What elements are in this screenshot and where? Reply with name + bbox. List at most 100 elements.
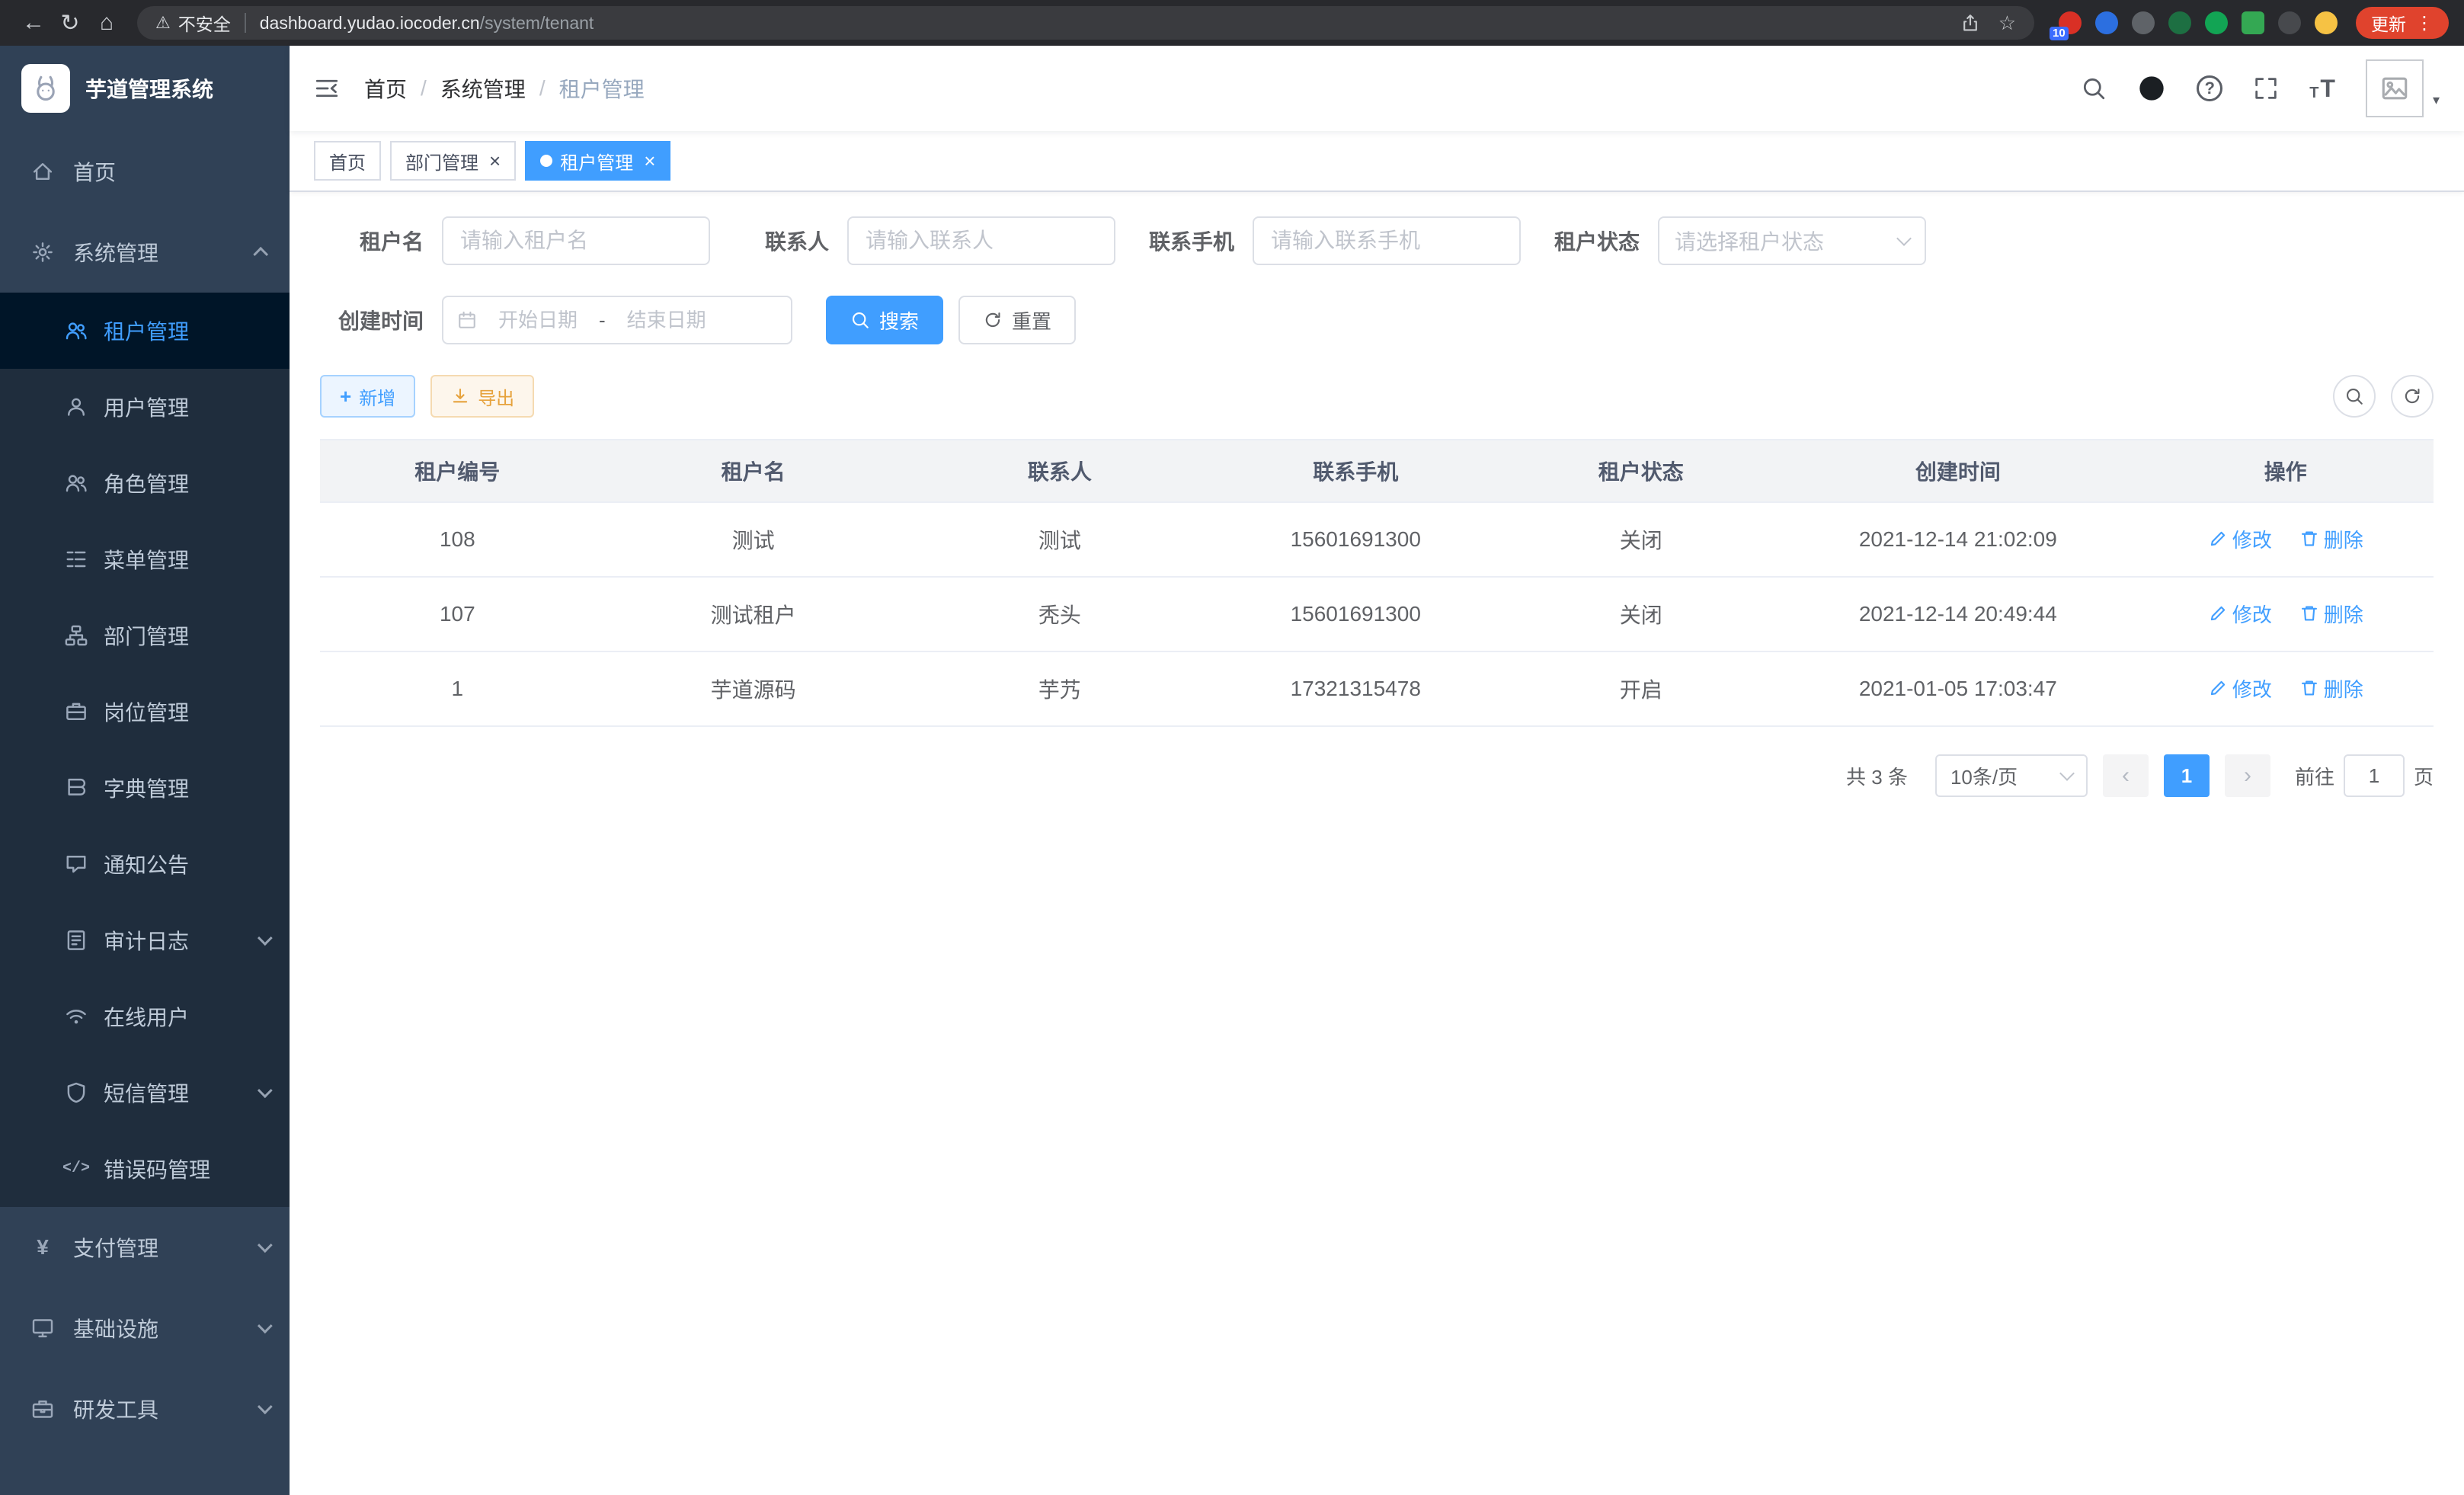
sidebar-item-online-user[interactable]: 在线用户 xyxy=(0,978,290,1055)
start-date-input[interactable] xyxy=(483,309,593,332)
yen-icon: ¥ xyxy=(30,1237,55,1258)
peoples-icon xyxy=(64,319,88,342)
breadcrumb-home[interactable]: 首页 xyxy=(364,73,407,104)
system-submenu: 租户管理 用户管理 角色管理 菜单管理 部门管理 xyxy=(0,293,290,1207)
reset-button[interactable]: 重置 xyxy=(958,296,1076,344)
table-row: 108 测试 测试 15601691300 关闭 2021-12-14 21:0… xyxy=(320,502,2434,577)
edit-button[interactable]: 修改 xyxy=(2208,674,2272,703)
code-icon: </> xyxy=(64,1161,88,1176)
col-tenant-id: 租户编号 xyxy=(320,440,595,502)
sidebar-item-menu[interactable]: 菜单管理 xyxy=(0,521,290,597)
browser-update-button[interactable]: 更新 ⋮ xyxy=(2356,7,2449,39)
browser-menu-kebab-icon[interactable]: ⋮ xyxy=(2415,12,2434,34)
message-icon xyxy=(64,853,88,876)
breadcrumb-system[interactable]: 系统管理 xyxy=(440,73,526,104)
browser-profile-icon[interactable] xyxy=(2315,11,2338,34)
header-search-icon[interactable] xyxy=(2081,75,2107,101)
gear-icon xyxy=(30,241,55,264)
add-button[interactable]: + 新增 xyxy=(320,375,415,418)
sidebar-item-tenant[interactable]: 租户管理 xyxy=(0,293,290,369)
delete-button[interactable]: 删除 xyxy=(2299,525,2363,553)
refresh-table-button[interactable] xyxy=(2391,375,2434,418)
sidebar-item-post[interactable]: 岗位管理 xyxy=(0,674,290,750)
sidebar-item-infra[interactable]: 基础设施 xyxy=(0,1288,290,1369)
sidebar-item-label: 通知公告 xyxy=(104,849,189,879)
cell-actions: 修改 删除 xyxy=(2138,577,2434,651)
share-icon[interactable] xyxy=(1960,13,1980,33)
breadcrumb-separator: / xyxy=(539,76,546,101)
browser-address-bar[interactable]: ⚠ 不安全 dashboard.yudao.iocoder.cn/system/… xyxy=(137,6,2034,40)
sidebar-item-audit-log[interactable]: 审计日志 xyxy=(0,902,290,978)
sidebar-item-system[interactable]: 系统管理 xyxy=(0,212,290,293)
extension-icon-chat[interactable] xyxy=(2242,11,2264,34)
navbar: 首页 / 系统管理 / 租户管理 ? xyxy=(290,46,2464,131)
sidebar-item-dev-tools[interactable]: 研发工具 xyxy=(0,1369,290,1449)
sidebar-item-label: 租户管理 xyxy=(104,315,189,346)
sidebar-item-error-code[interactable]: </> 错误码管理 xyxy=(0,1131,290,1207)
next-page-button[interactable]: › xyxy=(2225,754,2270,797)
extension-icon-red[interactable]: 10 xyxy=(2059,11,2082,34)
goto-page-input[interactable] xyxy=(2344,754,2405,797)
extension-icon-blue[interactable] xyxy=(2095,11,2118,34)
tab-close-icon[interactable]: × xyxy=(489,151,501,171)
tab-close-icon[interactable]: × xyxy=(644,151,655,171)
help-icon[interactable]: ? xyxy=(2197,75,2222,101)
page-1-button[interactable]: 1 xyxy=(2164,754,2210,797)
sidebar-item-sms[interactable]: 短信管理 xyxy=(0,1055,290,1131)
sidebar-item-notice[interactable]: 通知公告 xyxy=(0,826,290,902)
cell-tenant-name: 测试 xyxy=(595,502,912,577)
tab-dept[interactable]: 部门管理 × xyxy=(390,141,516,181)
extension-icon-green[interactable] xyxy=(2205,11,2228,34)
delete-button[interactable]: 删除 xyxy=(2299,674,2363,703)
sidebar-item-label: 角色管理 xyxy=(104,468,189,498)
sidebar: 芋道管理系统 首页 系统管理 租户管理 用户管理 xyxy=(0,46,290,1495)
contact-input[interactable] xyxy=(847,216,1115,265)
sidebar-item-payment[interactable]: ¥ 支付管理 xyxy=(0,1207,290,1288)
sidebar-item-home[interactable]: 首页 xyxy=(0,131,290,212)
edit-button[interactable]: 修改 xyxy=(2208,600,2272,628)
github-icon[interactable] xyxy=(2137,74,2166,103)
delete-button[interactable]: 删除 xyxy=(2299,600,2363,628)
edit-button[interactable]: 修改 xyxy=(2208,525,2272,553)
search-button[interactable]: 搜索 xyxy=(826,296,943,344)
tenant-status-select[interactable]: 请选择租户状态 xyxy=(1658,216,1926,265)
cell-mobile: 17321315478 xyxy=(1208,651,1503,726)
mobile-input[interactable] xyxy=(1253,216,1521,265)
tab-tenant[interactable]: 租户管理 × xyxy=(525,141,670,181)
toggle-search-button[interactable] xyxy=(2333,375,2376,418)
add-button-label: 新增 xyxy=(359,383,395,410)
sidebar-item-user[interactable]: 用户管理 xyxy=(0,369,290,445)
table-row: 107 测试租户 秃头 15601691300 关闭 2021-12-14 20… xyxy=(320,577,2434,651)
export-button[interactable]: 导出 xyxy=(430,375,534,418)
font-size-icon[interactable]: TT xyxy=(2309,76,2335,101)
mobile-label: 联系手机 xyxy=(1131,226,1234,256)
tab-label: 部门管理 xyxy=(405,148,478,174)
extension-icon-gray[interactable] xyxy=(2132,11,2155,34)
browser-reload-button[interactable]: ↻ xyxy=(52,5,88,41)
fullscreen-icon[interactable] xyxy=(2253,75,2279,101)
edit-label: 修改 xyxy=(2232,600,2272,628)
cell-created: 2021-01-05 17:03:47 xyxy=(1778,651,2138,726)
extension-icon-darkgreen[interactable] xyxy=(2168,11,2191,34)
create-time-range-picker[interactable]: - xyxy=(442,296,792,344)
sidebar-collapse-button[interactable] xyxy=(314,75,340,101)
avatar[interactable] xyxy=(2366,59,2424,117)
browser-home-button[interactable]: ⌂ xyxy=(88,5,125,41)
prev-page-button[interactable]: ‹ xyxy=(2103,754,2149,797)
sidebar-item-dict[interactable]: 字典管理 xyxy=(0,750,290,826)
sidebar-item-role[interactable]: 角色管理 xyxy=(0,445,290,521)
page-content: 租户名 联系人 联系手机 租户状态 请选择租户状态 xyxy=(290,192,2464,1495)
avatar-caret-icon[interactable]: ▾ xyxy=(2433,92,2440,108)
end-date-input[interactable] xyxy=(612,309,722,332)
reset-button-label: 重置 xyxy=(1012,306,1051,335)
browser-back-button[interactable]: ← xyxy=(15,5,52,41)
extensions-puzzle-icon[interactable] xyxy=(2278,11,2301,34)
page-size-select[interactable]: 10条/页 xyxy=(1935,754,2088,797)
sidebar-item-dept[interactable]: 部门管理 xyxy=(0,597,290,674)
app-logo[interactable]: 芋道管理系统 xyxy=(0,46,290,131)
chevron-down-icon xyxy=(258,1399,273,1414)
tab-home[interactable]: 首页 xyxy=(314,141,381,181)
bookmark-star-icon[interactable]: ☆ xyxy=(1998,11,2016,35)
cell-contact: 芋艿 xyxy=(912,651,1208,726)
tenant-name-input[interactable] xyxy=(442,216,710,265)
